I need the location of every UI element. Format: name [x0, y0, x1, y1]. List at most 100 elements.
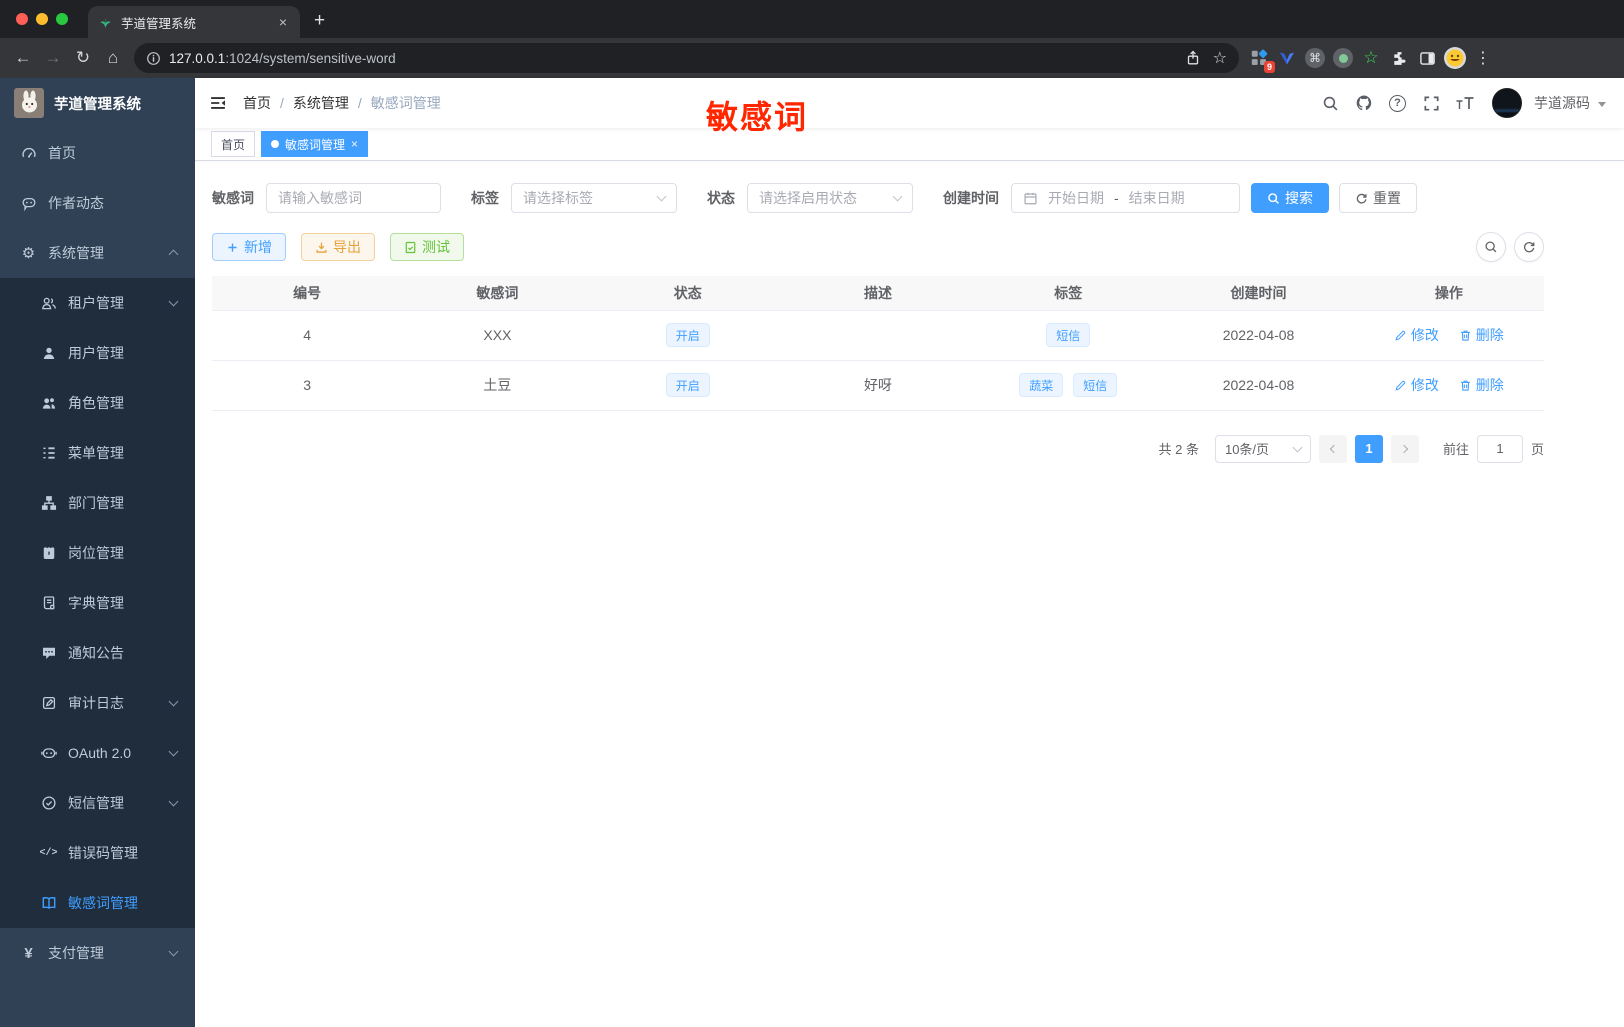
close-window-button[interactable] [16, 13, 28, 25]
status-select[interactable]: 请选择启用状态 [747, 183, 913, 213]
extension-recorder-icon[interactable] [1329, 44, 1357, 72]
shield-check-icon [40, 795, 57, 812]
github-icon[interactable] [1349, 88, 1379, 118]
dashboard-icon [20, 145, 37, 162]
help-icon[interactable]: ? [1389, 94, 1406, 112]
sidebar-item-home[interactable]: 首页 [0, 128, 195, 178]
breadcrumb-section[interactable]: 系统管理 [293, 93, 349, 113]
sidebar-item-sms[interactable]: 短信管理 [0, 778, 195, 828]
reload-button[interactable]: ↻ [68, 43, 98, 73]
date-separator: - [1114, 190, 1119, 206]
edit-link[interactable]: 修改 [1394, 375, 1439, 395]
bookmark-star-icon[interactable]: ☆ [1213, 48, 1227, 68]
tag-label: 标签 [471, 190, 499, 206]
forward-button[interactable]: → [38, 43, 68, 73]
search-button[interactable]: 搜索 [1251, 183, 1329, 213]
minimize-window-button[interactable] [36, 13, 48, 25]
sidebar-item-role[interactable]: 角色管理 [0, 378, 195, 428]
chevron-down-icon [656, 191, 667, 202]
pencil-icon [1395, 330, 1406, 340]
delete-link[interactable]: 删除 [1459, 375, 1504, 395]
browser-menu-icon[interactable]: ⋮ [1469, 48, 1497, 68]
table-row: 4 XXX 开启 短信 2022-04-08 修改 删除 [212, 310, 1544, 361]
extension-command-icon[interactable]: ⌘ [1301, 44, 1329, 72]
prev-page-button[interactable] [1318, 434, 1347, 463]
profile-avatar[interactable] [1441, 44, 1469, 72]
sidebar-item-system[interactable]: ⚙ 系统管理 [0, 228, 195, 278]
toggle-search-button[interactable] [1476, 232, 1506, 262]
col-create-time: 创建时间 [1163, 276, 1354, 311]
chevron-down-icon [892, 191, 903, 202]
share-icon[interactable] [1185, 50, 1201, 66]
next-page-button[interactable] [1390, 434, 1419, 463]
code-icon: </> [39, 847, 58, 859]
extension-star-icon[interactable]: ☆ [1357, 44, 1385, 72]
breadcrumb-home[interactable]: 首页 [243, 93, 271, 113]
tag-close-icon[interactable]: × [351, 137, 358, 151]
extension-vimium-icon[interactable] [1273, 44, 1301, 72]
sidebar: 芋道管理系统 首页 作者动态 ⚙ 系统管理 租户管理 用户管理 角色管理 菜单管… [0, 78, 195, 1027]
username[interactable]: 芋道源码 [1534, 93, 1590, 113]
url-path: :1024/system/sensitive-word [225, 50, 396, 66]
sidebar-item-tenant[interactable]: 租户管理 [0, 278, 195, 328]
cell-status: 开启 [592, 310, 783, 361]
sidebar-item-errcode[interactable]: </> 错误码管理 [0, 828, 195, 878]
header-search-icon[interactable] [1315, 88, 1345, 118]
refresh-table-button[interactable] [1514, 232, 1544, 262]
screen: 芋道管理系统 × + ← → ↻ ⌂ 127.0.0.1 :1024/syste… [0, 0, 1624, 1027]
sidebar-item-notice[interactable]: 通知公告 [0, 628, 195, 678]
home-button[interactable]: ⌂ [98, 43, 128, 73]
extension-grid-icon[interactable]: 9 [1245, 44, 1275, 73]
delete-link[interactable]: 删除 [1459, 325, 1504, 345]
edit-link[interactable]: 修改 [1394, 325, 1439, 345]
chevron-down-icon [1292, 442, 1303, 452]
sidebar-item-dept[interactable]: 部门管理 [0, 478, 195, 528]
status-label: 状态 [707, 190, 735, 206]
sidebar-item-post[interactable]: 岗位管理 [0, 528, 195, 578]
download-icon [316, 242, 327, 253]
goto-page-input[interactable] [1476, 434, 1523, 463]
total-count: 共 2 条 [1158, 442, 1199, 457]
zoom-window-button[interactable] [56, 13, 68, 25]
tag-sensitive-word[interactable]: 敏感词管理 × [261, 131, 369, 157]
tag-home[interactable]: 首页 [211, 131, 256, 157]
open-book-icon [40, 895, 57, 912]
reset-button[interactable]: 重置 [1339, 183, 1417, 213]
add-button[interactable]: 新增 [212, 233, 286, 261]
sidebar-item-dict[interactable]: 字典管理 [0, 578, 195, 628]
sidebar-item-sensitive-word[interactable]: 敏感词管理 [0, 878, 195, 928]
user-avatar[interactable] [1492, 88, 1522, 118]
sidebar-item-audit-log[interactable]: 审计日志 [0, 678, 195, 728]
cell-actions: 修改 删除 [1353, 310, 1544, 361]
tab-close-icon[interactable]: × [276, 14, 290, 30]
user-icon [40, 345, 57, 362]
export-button[interactable]: 导出 [301, 233, 375, 261]
sidebar-item-user[interactable]: 用户管理 [0, 328, 195, 378]
current-page[interactable]: 1 [1354, 434, 1383, 463]
cell-create-time: 2022-04-08 [1163, 310, 1354, 361]
keyword-input[interactable] [278, 190, 429, 206]
pagination: 共 2 条 10条/页 1 前往 页 [212, 434, 1544, 463]
caret-down-icon[interactable] [1598, 102, 1606, 107]
address-bar[interactable]: 127.0.0.1 :1024/system/sensitive-word ☆ [134, 43, 1239, 73]
tag-badge: 短信 [1073, 373, 1118, 397]
test-button[interactable]: 测试 [390, 233, 464, 261]
back-button[interactable]: ← [8, 43, 38, 73]
table-header-row: 编号 敏感词 状态 描述 标签 创建时间 操作 [212, 276, 1544, 311]
sidebar-item-oauth[interactable]: OAuth 2.0 [0, 728, 195, 778]
side-panel-icon[interactable] [1413, 44, 1441, 72]
site-info-icon[interactable] [146, 51, 161, 66]
sidebar-item-menu[interactable]: 菜单管理 [0, 428, 195, 478]
browser-tab[interactable]: 芋道管理系统 × [88, 6, 300, 38]
new-tab-button[interactable]: + [314, 10, 325, 32]
sidebar-item-pay[interactable]: ¥ 支付管理 [0, 928, 195, 978]
tag-select[interactable]: 请选择标签 [511, 183, 677, 213]
page-size-select[interactable]: 10条/页 [1214, 434, 1311, 463]
date-range-picker[interactable]: 开始日期 - 结束日期 [1011, 183, 1240, 213]
status-badge: 开启 [665, 323, 710, 347]
fullscreen-icon[interactable] [1416, 88, 1446, 118]
extensions-puzzle-icon[interactable] [1385, 44, 1413, 72]
sidebar-item-author[interactable]: 作者动态 [0, 178, 195, 228]
font-size-icon[interactable] [1450, 88, 1480, 118]
fold-sidebar-icon[interactable] [195, 94, 243, 112]
